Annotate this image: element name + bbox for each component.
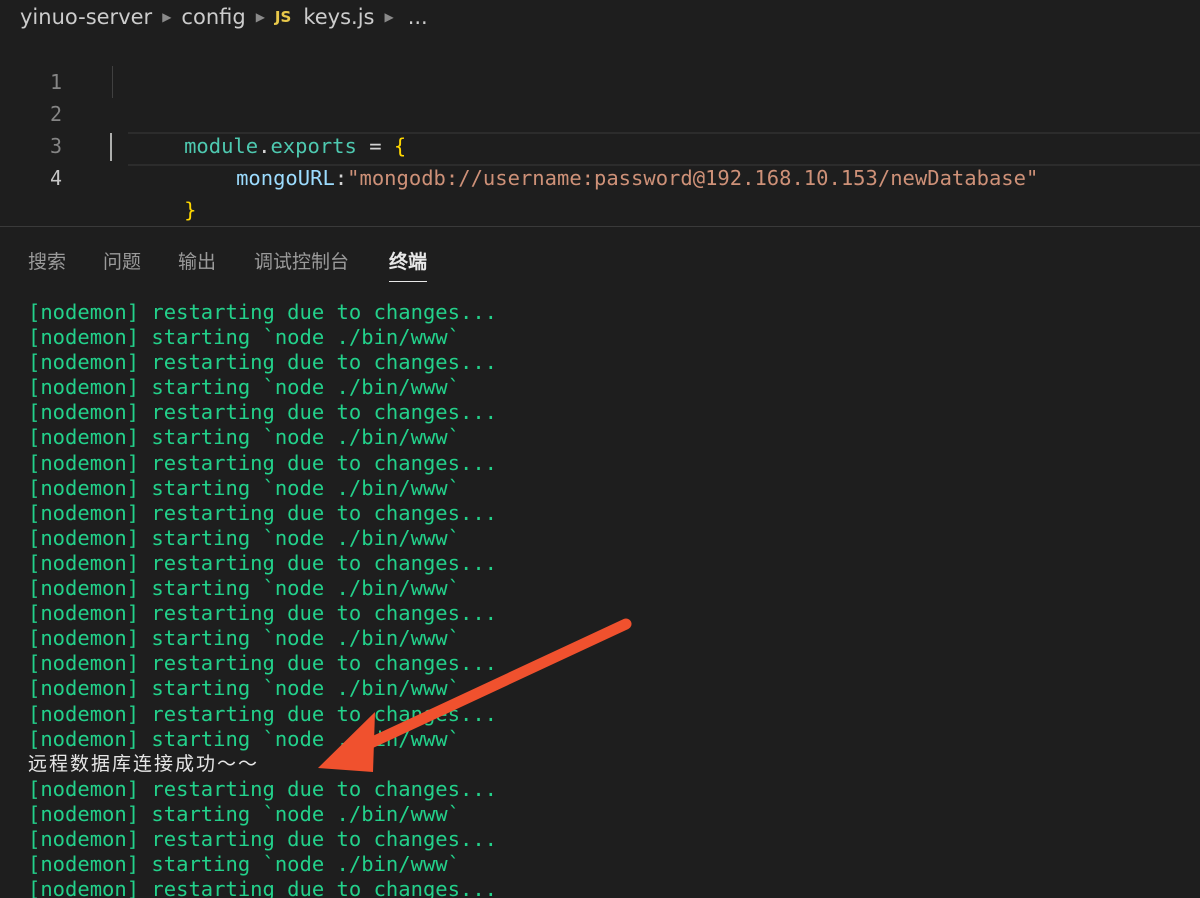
terminal-output[interactable]: [nodemon] restarting due to changes... [n… [28, 300, 1188, 898]
terminal-line: [nodemon] restarting due to changes... [28, 601, 497, 626]
code-line-3[interactable]: 3 } [0, 98, 1200, 222]
terminal-line: [nodemon] starting `node ./bin/www` [28, 801, 460, 826]
code-token-key: mongoURL [236, 166, 335, 190]
tab-search[interactable]: 搜索 [28, 247, 66, 274]
tab-terminal[interactable]: 终端 [389, 247, 428, 282]
terminal-line: [nodemon] restarting due to changes... [28, 300, 497, 324]
terminal-line: [nodemon] starting `node ./bin/www` [28, 375, 460, 400]
chevron-right-icon: ▶ [255, 9, 265, 24]
terminal-line: [nodemon] restarting due to changes... [28, 550, 497, 575]
breadcrumb-item-yinuo-server[interactable]: yinuo-server [20, 5, 152, 29]
code-line-1[interactable]: 1 module.exports = { [0, 34, 1200, 158]
terminal-line: [nodemon] restarting due to changes... [28, 651, 497, 676]
code-line-4[interactable]: 4 [0, 130, 1200, 190]
code-token-string: "mongodb://username:password@192.168.10.… [347, 166, 1039, 190]
terminal-line: [nodemon] starting `node ./bin/www` [28, 525, 460, 550]
terminal-line: [nodemon] starting `node ./bin/www` [28, 676, 460, 701]
terminal-line: [nodemon] starting `node ./bin/www` [28, 626, 460, 651]
panel-divider [0, 226, 1200, 227]
terminal-line: [nodemon] starting `node ./bin/www` [28, 475, 460, 500]
breadcrumb: yinuo-server ▶ config ▶ JS keys.js ▶ ... [0, 0, 1200, 33]
terminal-line: [nodemon] starting `node ./bin/www` [28, 852, 460, 877]
tab-output[interactable]: 输出 [178, 247, 216, 274]
tab-problems[interactable]: 问题 [103, 247, 141, 274]
terminal-line: [nodemon] restarting due to changes... [28, 701, 497, 726]
terminal-line: [nodemon] restarting due to changes... [28, 776, 497, 801]
breadcrumb-ellipsis[interactable]: ... [408, 5, 428, 29]
code-token-colon: : [334, 166, 348, 190]
js-file-icon: JS [274, 7, 292, 26]
breadcrumb-item-config[interactable]: config [181, 5, 245, 29]
code-editor[interactable]: 1 module.exports = { 2 mongoURL:"mongodb… [0, 34, 1200, 224]
code-token-close-brace: } [184, 198, 197, 222]
terminal-line: [nodemon] starting `node ./bin/www` [28, 726, 460, 751]
chevron-right-icon: ▶ [162, 9, 172, 24]
line-number: 4 [49, 166, 62, 190]
breadcrumb-item-file[interactable]: keys.js [303, 5, 374, 29]
terminal-success-message: 远程数据库连接成功～～ [28, 752, 260, 775]
terminal-line: [nodemon] restarting due to changes... [28, 826, 497, 851]
terminal-line: [nodemon] restarting due to changes... [28, 400, 497, 425]
terminal-line: [nodemon] restarting due to changes... [28, 877, 497, 898]
terminal-line: [nodemon] starting `node ./bin/www` [28, 325, 460, 350]
tab-debug-console[interactable]: 调试控制台 [254, 247, 349, 274]
code-line-2[interactable]: 2 mongoURL:"mongodb://username:password@… [0, 66, 1200, 190]
terminal-line: [nodemon] restarting due to changes... [28, 450, 497, 475]
terminal-line: [nodemon] starting `node ./bin/www` [28, 576, 460, 601]
terminal-line: [nodemon] restarting due to changes... [28, 500, 497, 525]
panel-tab-bar: 搜索 问题 输出 调试控制台 终端 [0, 243, 1200, 283]
terminal-line: [nodemon] restarting due to changes... [28, 350, 497, 375]
terminal-line: [nodemon] starting `node ./bin/www` [28, 425, 460, 450]
chevron-right-icon: ▶ [384, 9, 394, 24]
